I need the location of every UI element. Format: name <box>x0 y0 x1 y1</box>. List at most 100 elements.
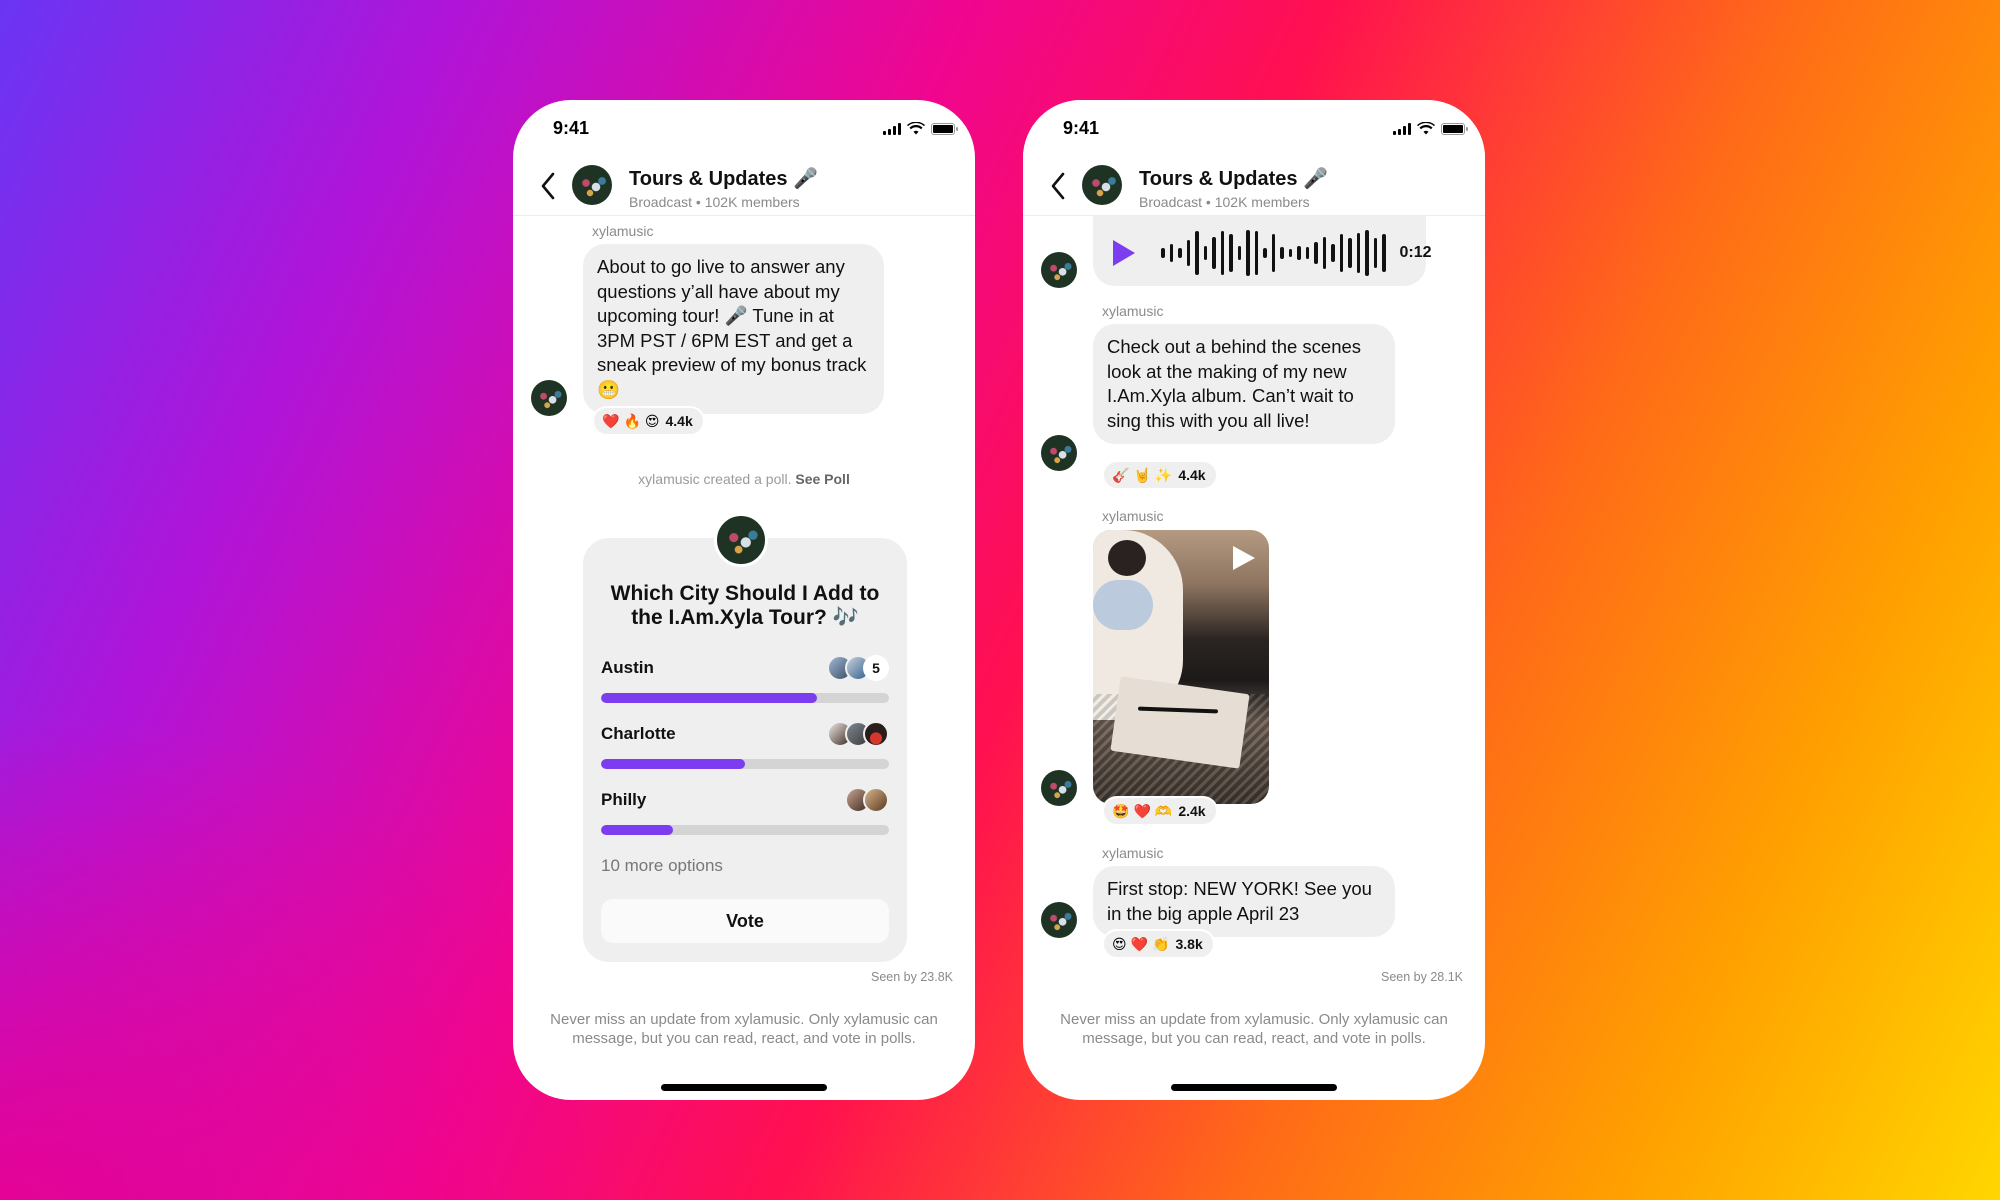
waveform-bar <box>1246 230 1250 276</box>
reaction-count: 4.4k <box>1178 467 1206 483</box>
seen-count: Seen by 23.8K <box>870 970 953 984</box>
phone-left: 9:41 Tours & Updates 🎤 Broadcast • 102K … <box>513 100 975 1100</box>
poll-created-note: xylamusic created a poll. See Poll <box>513 471 975 487</box>
waveform-bar <box>1314 242 1318 264</box>
play-icon[interactable] <box>1113 240 1135 266</box>
status-time: 9:41 <box>1063 118 1100 138</box>
poll-option-austin[interactable]: Austin 5 <box>601 655 889 714</box>
battery-icon <box>931 122 958 135</box>
see-poll-link[interactable]: See Poll <box>795 471 849 487</box>
chat-header: Tours & Updates 🎤 Broadcast • 102K membe… <box>513 158 975 216</box>
poll-created-text: xylamusic created a poll. <box>638 471 796 487</box>
reaction-emoji: ❤️ <box>602 413 620 429</box>
voter-avatar <box>863 787 889 813</box>
home-indicator <box>1171 1084 1337 1091</box>
reaction-emoji: ❤️ <box>1130 936 1149 952</box>
waveform-bar <box>1212 237 1216 269</box>
reaction-emoji: 🤘 <box>1133 467 1151 483</box>
status-icons <box>883 122 958 135</box>
waveform-bar <box>1271 234 1275 272</box>
poll-title: Which City Should I Add to the I.Am.Xyla… <box>610 582 880 629</box>
chevron-left-icon[interactable] <box>537 170 559 202</box>
chat-header: Tours & Updates 🎤 Broadcast • 102K membe… <box>1023 158 1485 216</box>
poll-option-charlotte[interactable]: Charlotte <box>601 721 889 780</box>
reaction-emoji: 😍 <box>644 413 660 429</box>
waveform-bar <box>1339 234 1343 272</box>
waveform-bar <box>1288 249 1292 257</box>
status-time: 9:41 <box>553 118 590 138</box>
voter-count: 5 <box>863 655 889 681</box>
sender-avatar[interactable] <box>1041 770 1077 806</box>
reaction-count: 3.8k <box>1175 936 1203 952</box>
waveform-bar <box>1382 234 1386 272</box>
sender-avatar[interactable] <box>1041 902 1077 938</box>
poll-card: Which City Should I Add to the I.Am.Xyla… <box>583 538 907 962</box>
channel-title: Tours & Updates 🎤 <box>629 168 818 190</box>
signal-icon <box>883 122 901 135</box>
message-bubble[interactable]: About to go live to answer any questions… <box>583 244 884 414</box>
channel-avatar[interactable] <box>572 165 612 205</box>
video-thumbnail[interactable] <box>1093 530 1269 804</box>
waveform-bar <box>1348 238 1352 268</box>
waveform-bar <box>1280 247 1284 259</box>
seen-count: Seen by 28.1K <box>1380 970 1463 984</box>
voter-avatars: 5 <box>827 655 889 681</box>
sender-avatar[interactable] <box>1041 252 1077 288</box>
reaction-emoji: 🎸 <box>1112 467 1130 483</box>
reactions-pill[interactable]: 😍 ❤️ 👏 3.8k <box>1102 929 1215 959</box>
vote-button[interactable]: Vote <box>601 899 889 943</box>
chevron-left-icon[interactable] <box>1047 170 1069 202</box>
poll-progress-track <box>601 759 889 769</box>
sender-name: xylamusic <box>1102 845 1164 861</box>
play-icon[interactable] <box>1233 546 1255 570</box>
waveform-bar <box>1305 247 1309 259</box>
waveform-bar <box>1331 244 1335 262</box>
reaction-emoji: 🫶 <box>1154 803 1173 819</box>
video-guitar-shape <box>1093 580 1153 630</box>
poll-avatar <box>714 513 768 567</box>
reaction-emoji: 🔥 <box>623 413 641 429</box>
battery-icon <box>1441 122 1468 135</box>
message-bubble[interactable]: First stop: NEW YORK! See you in the big… <box>1093 866 1395 938</box>
voter-avatars <box>845 787 889 813</box>
home-indicator <box>661 1084 827 1091</box>
phone-right: 0:12 9:41 Tours & Updates 🎤 Broadcast • … <box>1023 100 1485 1100</box>
waveform-bar <box>1356 233 1360 273</box>
sender-avatar[interactable] <box>531 380 567 416</box>
reaction-emoji: ❤️ <box>1133 803 1151 819</box>
video-guitar-shape <box>1108 540 1146 576</box>
message-bubble[interactable]: Check out a behind the scenes look at th… <box>1093 324 1395 445</box>
broadcast-footer-note: Never miss an update from xylamusic. Onl… <box>1060 1011 1448 1047</box>
waveform-bar <box>1373 238 1377 268</box>
waveform-bar <box>1229 234 1233 272</box>
channel-subtitle: Broadcast • 102K members <box>1139 194 1310 210</box>
wifi-icon <box>1417 122 1435 135</box>
reaction-emoji: ✨ <box>1154 467 1173 483</box>
more-options-link[interactable]: 10 more options <box>601 856 723 876</box>
reactions-pill[interactable]: 🎸 🤘 ✨ 4.4k <box>1102 460 1218 490</box>
voice-message[interactable]: 0:12 <box>1093 210 1432 286</box>
status-icons <box>1393 122 1468 135</box>
status-bar: 9:41 <box>513 100 975 158</box>
waveform-bar <box>1263 248 1267 258</box>
voter-avatar <box>863 721 889 747</box>
poll-option-label: Charlotte <box>601 724 676 743</box>
poll-option-philly[interactable]: Philly <box>601 787 889 846</box>
reactions-pill[interactable]: 🤩 ❤️ 🫶 2.4k <box>1102 796 1218 826</box>
sender-avatar[interactable] <box>1041 435 1077 471</box>
channel-title: Tours & Updates 🎤 <box>1139 168 1328 190</box>
waveform-bar <box>1220 231 1224 275</box>
status-bar: 9:41 <box>1023 100 1485 158</box>
reactions-pill[interactable]: ❤️ 🔥 😍 4.4k <box>592 406 705 436</box>
poll-progress-fill <box>601 693 817 703</box>
poll-progress-fill <box>601 825 673 835</box>
poll-option-label: Austin <box>601 658 654 677</box>
poll-progress-track <box>601 825 889 835</box>
waveform-bar <box>1169 244 1173 262</box>
voter-avatars <box>827 721 889 747</box>
broadcast-footer-note: Never miss an update from xylamusic. Onl… <box>550 1011 938 1047</box>
waveform-bar <box>1297 246 1301 260</box>
waveform-bar <box>1178 248 1182 258</box>
channel-avatar[interactable] <box>1082 165 1122 205</box>
waveform-bar <box>1203 246 1207 260</box>
